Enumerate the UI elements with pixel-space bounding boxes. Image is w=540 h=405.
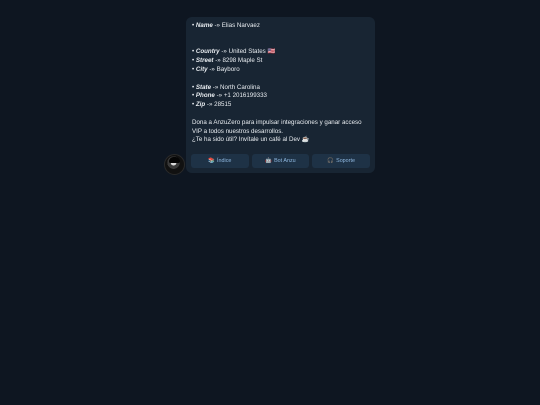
city-key: City <box>195 65 208 73</box>
bot-anzu-button-label: Bot Anzu <box>274 158 296 164</box>
bot-anzu-button[interactable]: 🤖 Bot Anzu <box>251 154 310 168</box>
index-button[interactable]: 📚 Índice <box>191 154 249 168</box>
sender-avatar[interactable] <box>164 154 185 175</box>
street-line: • Street -» 8298 Maple St <box>192 57 369 66</box>
arrow: -» <box>209 65 215 73</box>
bullet: • <box>192 48 195 56</box>
bullet: • <box>192 83 195 91</box>
support-button[interactable]: 🎧 Soporte <box>312 154 371 168</box>
name-line: • Name -» Elias Narvaez <box>192 22 369 31</box>
bullet: • <box>192 65 195 73</box>
bullet: • <box>192 101 195 109</box>
robot-icon: 🤖 <box>265 158 273 164</box>
headphones-icon: 🎧 <box>327 158 335 164</box>
index-button-label: Índice <box>217 158 232 164</box>
bullet: • <box>192 57 195 65</box>
street-value: 8298 Maple St <box>222 57 263 65</box>
bullet: • <box>192 92 195 100</box>
inline-keyboard: 📚 Índice 🤖 Bot Anzu 🎧 Soporte <box>191 154 371 168</box>
donate-line: Dona a AnzuZero para impulsar integracio… <box>192 118 362 126</box>
country-line: • Country -» United States 🇺🇸 <box>192 48 369 57</box>
country-key: Country <box>195 48 220 56</box>
state-key: State <box>195 83 212 91</box>
arrow: -» <box>214 22 221 29</box>
arrow: -» <box>206 101 213 109</box>
arrow: -» <box>215 57 221 65</box>
bullet: • <box>192 22 195 29</box>
name-key: Name <box>195 22 213 29</box>
books-icon: 📚 <box>208 158 215 164</box>
country-value: United States 🇺🇸 <box>228 48 276 56</box>
phone-line: • Phone -» +1 2016199333 <box>192 92 369 101</box>
message-bubble: • Name -» Elias Narvaez • Country -» Uni… <box>186 17 375 173</box>
phone-key: Phone <box>195 92 215 100</box>
city-line: • City -» Bayboro <box>192 66 369 75</box>
donate-line: ¿Te ha sido útil? Invítale un café al De… <box>192 136 310 144</box>
state-line: • State -» North Carolina <box>192 84 369 93</box>
phone-value: +1 2016199333 <box>223 92 267 100</box>
zip-line: • Zip -» 28515 <box>192 101 369 110</box>
name-value: Elias Narvaez <box>221 22 260 29</box>
arrow: -» <box>221 48 227 56</box>
city-value: Bayboro <box>216 65 240 73</box>
support-button-label: Soporte <box>336 158 355 164</box>
arrow: -» <box>212 83 219 91</box>
arrow: -» <box>216 92 223 100</box>
zip-key: Zip <box>195 101 206 109</box>
donate-text: Dona a AnzuZero para impulsar integracio… <box>192 119 370 145</box>
zip-value: 28515 <box>214 101 232 109</box>
street-key: Street <box>195 57 214 65</box>
state-value: North Carolina <box>220 83 260 91</box>
